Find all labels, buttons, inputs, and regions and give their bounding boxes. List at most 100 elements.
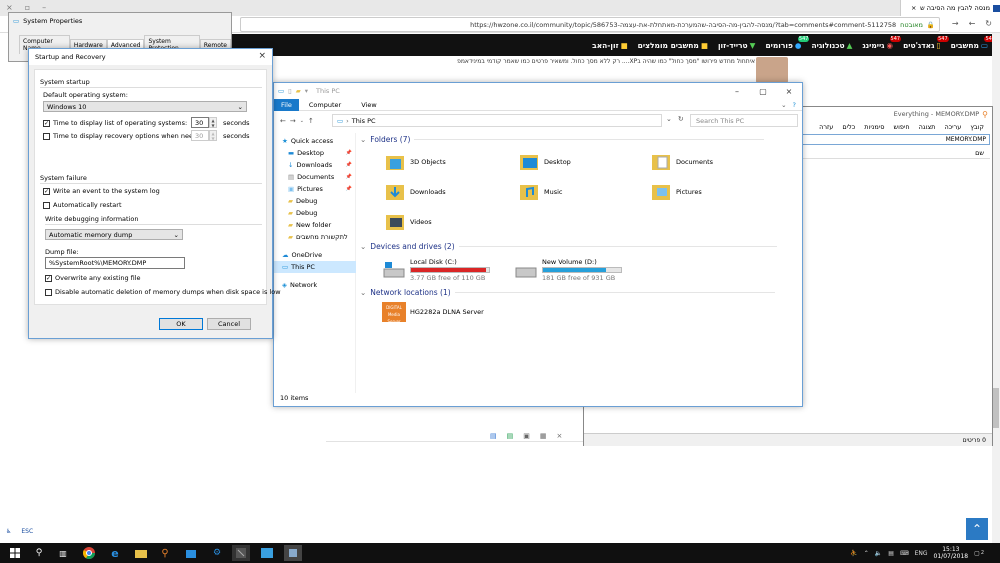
clear-icon[interactable]: × [557, 432, 563, 440]
chrome-icon[interactable] [80, 545, 98, 561]
sidebar-item-pictures[interactable]: ▣ Pictures 📌 [274, 183, 356, 195]
forward-icon[interactable]: ← [969, 19, 976, 28]
back-icon[interactable]: → [952, 19, 959, 28]
display-list-checkbox[interactable]: ✓ Time to display list of operating syst… [43, 119, 187, 127]
edge-icon[interactable]: e [106, 545, 124, 561]
search-icon[interactable]: ⚲ [30, 545, 48, 561]
disable-delete-checkbox[interactable]: Disable automatic deletion of memory dum… [45, 288, 281, 296]
chevron-down-icon[interactable]: ⌄ [666, 115, 672, 123]
sidebar-item-this-pc[interactable]: ▭ This PC [274, 261, 356, 273]
recent-dropdown-icon[interactable]: ⌄ [300, 118, 304, 124]
ok-button[interactable]: OK [159, 318, 203, 330]
folder-3d-objects[interactable]: 3D Objects [384, 151, 446, 173]
devices-group-header[interactable]: ⌄ Devices and drives (2) [360, 242, 777, 251]
accessibility-icon[interactable]: ♿ [6, 528, 11, 535]
terminal-icon[interactable] [232, 545, 250, 561]
display-list-seconds-input[interactable]: 30 [191, 117, 209, 128]
qat-dropdown-icon[interactable]: ▾ [305, 87, 308, 95]
nav-item-trade-zone[interactable]: ▼ טרייד-זון [718, 41, 755, 50]
drive-c[interactable]: Local Disk (C:) 3.77 GB free of 110 GB [382, 258, 490, 282]
pin-icon[interactable]: 📌 [346, 162, 352, 168]
nav-item-technology[interactable]: ▲ טכנולוגיה [811, 41, 852, 50]
network-group-header[interactable]: ⌄ Network locations (1) [360, 288, 775, 297]
forward-arrow-icon[interactable]: → [290, 117, 296, 125]
clock[interactable]: 15:13 01/07/2018 [934, 546, 969, 560]
menu-item[interactable]: סימניות [864, 123, 884, 131]
maximize-icon[interactable]: ▢ [750, 87, 776, 96]
pin-icon[interactable]: 📌 [346, 186, 352, 192]
menu-item[interactable]: עזרה [819, 123, 833, 131]
reload-icon[interactable]: ↻ [985, 19, 992, 28]
sidebar-item-onedrive[interactable]: ☁ OneDrive [274, 249, 356, 261]
paste-icon[interactable]: ▦ [540, 432, 547, 440]
folder-videos[interactable]: Videos [384, 211, 432, 233]
default-os-select[interactable]: Windows 10 ⌄ [43, 101, 247, 112]
close-icon[interactable]: × [776, 87, 802, 96]
menu-item[interactable]: חיפוש [893, 123, 909, 131]
close-icon[interactable]: × [258, 51, 266, 61]
volume-icon[interactable]: 🔈 [875, 550, 882, 557]
close-window-icon[interactable]: × [6, 3, 13, 12]
sidebar-item-debug[interactable]: ▰ Debug [274, 207, 356, 219]
folder-pictures[interactable]: Pictures [650, 181, 702, 203]
nav-item-computers[interactable]: ▭ מחשבים 547 [951, 35, 996, 50]
doc-icon[interactable]: ▤ [490, 432, 497, 440]
display-recovery-checkbox[interactable]: Time to display recovery options when ne… [43, 132, 207, 140]
overwrite-checkbox[interactable]: ✓ Overwrite any existing file [45, 274, 141, 282]
sheet-icon[interactable]: ▤ [507, 432, 514, 440]
menu-item[interactable]: קובץ [970, 123, 984, 131]
write-event-checkbox[interactable]: ✓ Write an event to the system log [43, 187, 160, 195]
auto-restart-checkbox[interactable]: Automatically restart [43, 201, 122, 209]
nav-item-gaming[interactable]: ◉ גיימינג 547 [862, 35, 902, 50]
ribbon-tab-view[interactable]: View [351, 101, 386, 109]
menu-item[interactable]: עריכה [944, 123, 961, 131]
tab-close-icon[interactable]: × [911, 4, 916, 12]
ribbon-file-tab[interactable]: File [274, 98, 299, 111]
start-icon[interactable] [6, 545, 24, 561]
pin-icon[interactable]: 📌 [346, 150, 352, 156]
folder-desktop[interactable]: Desktop [518, 151, 571, 173]
url-bar[interactable]: https://hwzone.co.il/community/topic/586… [240, 17, 940, 32]
back-arrow-icon[interactable]: ← [280, 117, 286, 125]
up-arrow-icon[interactable]: ↑ [308, 117, 314, 125]
restore-window-icon[interactable]: ▫ [25, 3, 30, 12]
menu-item[interactable]: כלים [842, 123, 855, 131]
address-bar[interactable]: ▭ › This PC [332, 114, 662, 127]
pin-icon[interactable]: 📌 [346, 174, 352, 180]
refresh-icon[interactable]: ↻ [678, 115, 684, 123]
ribbon-tab-computer[interactable]: Computer [299, 101, 351, 109]
sidebar-item-לתקשורת-מחשבים[interactable]: ▰ לתקשורת מחשבים [274, 231, 356, 243]
ribbon-expand-icon[interactable]: ⌄ [781, 101, 786, 109]
sidebar-item-desktop[interactable]: ▬ Desktop 📌 [274, 147, 356, 159]
scrollbar-thumb[interactable] [993, 388, 999, 428]
control-panel-icon[interactable] [258, 545, 276, 561]
folders-group-header[interactable]: ⌄ Folders (7) [360, 135, 765, 144]
scroll-to-top-button[interactable]: ⌃ [966, 518, 988, 540]
network-icon[interactable]: ▤ [888, 550, 894, 557]
tools-icon[interactable]: ⚙ [208, 545, 226, 561]
minimize-icon[interactable]: – [724, 87, 750, 96]
sidebar-item-quick-access[interactable]: ★ Quick access [274, 135, 356, 147]
browser-tab[interactable]: מנסה להבין מה הסיבה ש × [900, 0, 1000, 16]
sidebar-item-network[interactable]: ◈ Network [274, 279, 356, 291]
copy-icon[interactable]: ▣ [523, 432, 530, 440]
qat-folder-icon[interactable]: ▰ [296, 87, 301, 95]
notifications-icon[interactable]: ▢ [974, 550, 980, 557]
folder-downloads[interactable]: Downloads [384, 181, 446, 203]
debug-type-select[interactable]: Automatic memory dump ⌄ [45, 229, 183, 240]
nav-item-forums[interactable]: ● פורומים 547 [765, 35, 810, 50]
everything-icon[interactable]: ⚲ [156, 545, 174, 561]
stepper-arrows-icon[interactable]: ▲ ▼ [209, 117, 217, 128]
folder-music[interactable]: Music [518, 181, 563, 203]
qat-properties-icon[interactable]: ▯ [288, 87, 292, 95]
folder-documents[interactable]: Documents [650, 151, 713, 173]
nav-item-recommended[interactable]: ■ מחשבים מומלצים [638, 41, 708, 50]
stepper-arrows-icon[interactable]: ▲ ▼ [209, 130, 217, 141]
minimize-window-icon[interactable]: – [42, 3, 46, 12]
drive-d[interactable]: New Volume (D:) 181 GB free of 931 GB [514, 258, 622, 282]
nav-item-gadgets[interactable]: ▯ גאדג'טים 547 [903, 35, 949, 50]
page-scrollbar[interactable] [992, 33, 1000, 543]
display-recovery-seconds-input[interactable]: 30 [191, 130, 209, 141]
sidebar-item-new-folder[interactable]: ▰ New folder [274, 219, 356, 231]
language-indicator[interactable]: ENG [915, 550, 928, 557]
